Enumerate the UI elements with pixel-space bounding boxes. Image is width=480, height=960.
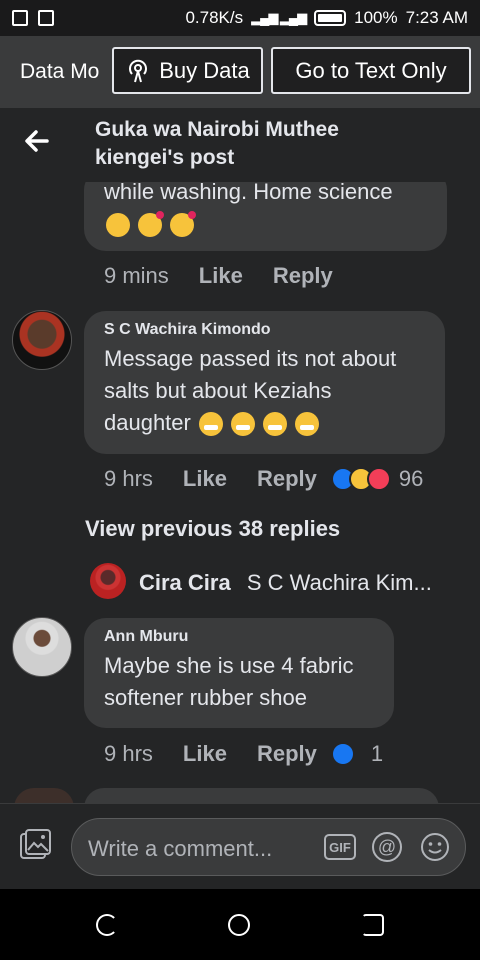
hotspot-icon	[129, 59, 148, 82]
at-icon[interactable]: @	[372, 832, 402, 862]
reply-author: Cira Cira	[139, 570, 231, 595]
battery-percent: 100%	[354, 8, 398, 27]
comment-time: 9 mins	[104, 263, 169, 288]
network-speed: 0.78K/s	[185, 8, 244, 27]
like-button[interactable]: Like	[199, 263, 243, 289]
post-title-line2: kiengei's post	[95, 146, 235, 169]
home-icon[interactable]	[228, 914, 250, 936]
love-reaction-icon	[366, 467, 391, 491]
reply-preview[interactable]: Cira Cira S C Wachira Kim...	[139, 570, 449, 596]
post-title-line1: Guka wa Nairobi Muthee	[95, 118, 339, 141]
grin-emoji-icon	[231, 412, 256, 437]
reply-button[interactable]: Reply	[273, 263, 333, 289]
comment-text: while washing. Home science	[104, 176, 427, 240]
comment-author[interactable]: S C Wachira Kimondo	[104, 321, 425, 339]
gif-icon[interactable]: GIF	[324, 834, 356, 860]
grin-emoji-icon	[198, 412, 223, 437]
back-icon[interactable]	[362, 914, 384, 936]
comment-bubble[interactable]: Ann Mburu Maybe she is use 4 fabric soft…	[84, 618, 394, 728]
buy-data-button[interactable]: Buy Data	[112, 47, 263, 94]
system-nav-bar	[0, 889, 480, 960]
grin-emoji-icon	[295, 412, 320, 437]
reaction-summary[interactable]: 1	[330, 741, 384, 767]
buy-data-label: Buy Data	[159, 57, 250, 83]
hug-emoji-icon	[106, 213, 130, 238]
reaction-count: 96	[398, 466, 424, 491]
like-button[interactable]: Like	[183, 741, 227, 767]
grin-emoji-icon	[263, 412, 288, 437]
status-bar: 0.78K/s ▂▄▆ ▂▄▆ 100% 7:23 AM	[0, 0, 480, 36]
post-header: Guka wa Nairobi Muthee kiengei's post	[0, 108, 480, 182]
post-title: Guka wa Nairobi Muthee kiengei's post	[95, 116, 435, 172]
comment-meta: 9 hrs Like Reply 1	[104, 741, 383, 767]
reply-button[interactable]: Reply	[257, 741, 317, 767]
clock: 7:23 AM	[405, 8, 468, 27]
status-left	[12, 10, 54, 26]
comment-text: Message passed its not about salts but a…	[104, 346, 397, 437]
comment-time: 9 hrs	[104, 741, 153, 766]
view-previous-replies-link[interactable]: View previous 38 replies	[85, 516, 340, 542]
battery-icon	[314, 10, 347, 26]
download-notification-icon	[38, 10, 54, 26]
comment-text: Maybe she is use 4 fabric softener rubbe…	[104, 653, 354, 710]
avatar[interactable]	[12, 617, 72, 677]
comment-meta: 9 mins Like Reply	[104, 263, 333, 289]
gallery-notification-icon	[12, 10, 28, 26]
comment-time: 9 hrs	[104, 466, 153, 491]
comment-composer: Write a comment... GIF @	[0, 803, 480, 889]
data-mode-label: Data Mo	[20, 60, 100, 83]
photo-icon[interactable]	[18, 828, 52, 862]
love-face-emoji-icon	[138, 211, 165, 238]
comment-author[interactable]: Ann Mburu	[104, 628, 374, 646]
text-only-button[interactable]: Go to Text Only	[271, 47, 471, 94]
like-button[interactable]: Like	[183, 466, 227, 492]
love-face-emoji-icon	[170, 211, 197, 238]
avatar[interactable]	[12, 310, 72, 370]
signal-icon: ▂▄▆ ▂▄▆	[251, 10, 307, 25]
reaction-count: 1	[370, 741, 384, 766]
comment-bubble[interactable]: S C Wachira Kimondo Message passed its n…	[84, 311, 445, 454]
text-only-label: Go to Text Only	[295, 57, 447, 83]
like-reaction-icon	[330, 742, 355, 766]
status-right: 0.78K/s ▂▄▆ ▂▄▆ 100% 7:23 AM	[185, 8, 468, 28]
recent-apps-icon[interactable]	[96, 914, 118, 936]
reaction-summary[interactable]: 96	[330, 466, 424, 492]
reply-button[interactable]: Reply	[257, 466, 317, 492]
emoji-icon[interactable]	[420, 832, 450, 862]
data-mode-bar: Data Mo Buy Data Go to Text Only	[0, 36, 480, 108]
back-arrow-icon[interactable]	[22, 126, 52, 156]
reply-avatar[interactable]	[90, 563, 126, 599]
comment-input[interactable]: Write a comment... GIF @	[71, 818, 466, 876]
comment-meta: 9 hrs Like Reply 96	[104, 466, 423, 492]
comment-placeholder: Write a comment...	[88, 836, 273, 861]
reply-snippet: S C Wachira Kim...	[246, 570, 432, 595]
